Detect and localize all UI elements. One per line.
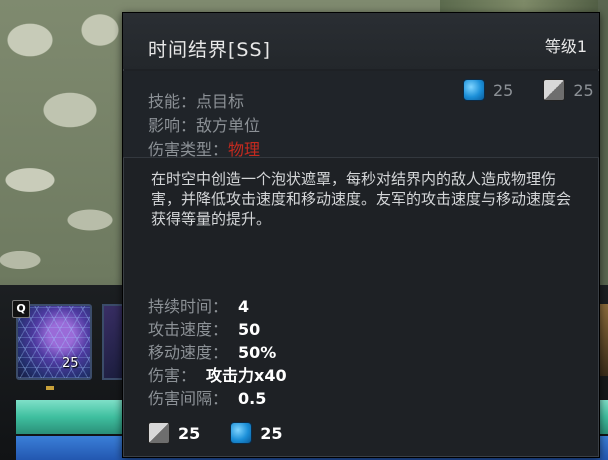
- mana-cost-value: 25: [260, 423, 283, 443]
- tooltip-bottom-costs: 25 25: [148, 422, 283, 444]
- stat-duration: 持续时间： 4: [148, 295, 287, 318]
- stat-value: 4: [238, 297, 250, 316]
- stat-damage: 伤害： 攻击力x40: [148, 364, 287, 387]
- stat-attack-speed: 攻击速度： 50: [148, 318, 287, 341]
- ability-slot-w[interactable]: [102, 304, 124, 380]
- ability-name: 时间结界[SS]: [148, 39, 271, 61]
- cooldown-icon: [543, 79, 566, 101]
- stat-value: 50%: [238, 343, 277, 362]
- stat-move-speed: 移动速度： 50%: [148, 341, 287, 364]
- ability-stats: 持续时间： 4 攻击速度： 50 移动速度： 50% 伤害： 攻击力x40 伤害间隔： 0…: [148, 295, 287, 410]
- ability-level: 等级1: [544, 37, 587, 56]
- ability-tooltip: 时间结界[SS] 等级1 技能：点目标 影响：敌方单位 伤害类型：物理 25 2…: [122, 12, 600, 458]
- stat-label: 攻击速度：: [148, 320, 229, 339]
- mana-cost-value: 25: [493, 80, 514, 100]
- cooldown-value: 25: [178, 423, 201, 443]
- mana-icon: [463, 79, 485, 101]
- ability-slot-mana-cost: 25: [62, 356, 79, 371]
- ability-level-pip: [46, 386, 54, 390]
- stat-label: 持续时间：: [148, 297, 229, 316]
- stat-label: 移动速度：: [148, 343, 229, 362]
- stat-damage-interval: 伤害间隔： 0.5: [148, 387, 287, 410]
- cooldown-value: 25: [573, 80, 594, 100]
- stat-value: 50: [238, 320, 261, 339]
- stat-label: 伤害：: [148, 366, 197, 385]
- ability-damage-type: 伤害类型：物理: [148, 136, 260, 160]
- tooltip-header: 时间结界[SS] 等级1: [123, 13, 599, 69]
- tooltip-costs: 25 25: [463, 79, 594, 101]
- stat-value: 0.5: [238, 389, 267, 408]
- hotkey-badge: Q: [12, 300, 30, 318]
- stat-value: 攻击力x40: [206, 366, 287, 385]
- stat-label: 伤害间隔：: [148, 389, 229, 408]
- ability-affects: 影响：敌方单位: [148, 116, 261, 135]
- damage-type-label: 伤害类型：: [148, 140, 229, 159]
- cooldown-icon: [148, 422, 170, 444]
- ability-description: 在时空中创造一个泡状遮罩，每秒对结界内的敌人造成物理伤害，并降低攻击速度和移动速…: [151, 170, 572, 228]
- mana-icon: [230, 422, 253, 444]
- ability-behavior: 技能：点目标: [148, 92, 245, 111]
- damage-type-value: 物理: [228, 140, 261, 159]
